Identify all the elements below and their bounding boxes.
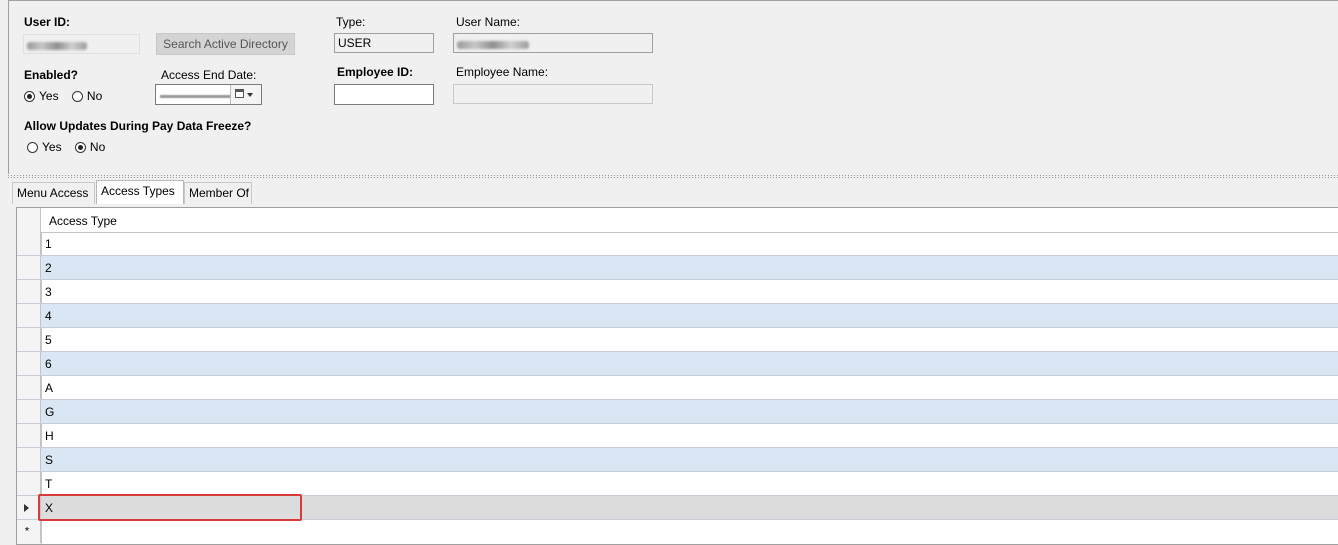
- access-end-date-label: Access End Date:: [161, 68, 257, 82]
- enabled-no-option[interactable]: No: [71, 89, 102, 103]
- row-header[interactable]: [17, 352, 41, 375]
- access-type-cell[interactable]: T: [45, 477, 52, 491]
- employee-name-field[interactable]: [453, 84, 653, 104]
- tab-menu-access[interactable]: Menu Access: [12, 182, 95, 204]
- user-name-label: User Name:: [456, 15, 521, 29]
- table-row[interactable]: 4: [17, 304, 1338, 328]
- access-type-cell[interactable]: 2: [45, 261, 52, 275]
- access-type-cell[interactable]: G: [45, 405, 54, 419]
- new-row-marker: *: [25, 526, 29, 537]
- table-row[interactable]: 2: [17, 256, 1338, 280]
- enabled-yes-radio[interactable]: [24, 91, 35, 102]
- enabled-no-radio[interactable]: [71, 91, 83, 102]
- row-header[interactable]: [17, 256, 41, 279]
- user-id-label: User ID:: [24, 15, 71, 29]
- table-row[interactable]: H: [17, 424, 1338, 448]
- access-type-cell[interactable]: H: [45, 429, 54, 443]
- search-active-directory-button[interactable]: Search Active Directory: [156, 33, 295, 55]
- enabled-radio-group: Yes No: [24, 89, 112, 103]
- annotation-highlight-box: [38, 494, 302, 521]
- row-header[interactable]: [17, 376, 41, 399]
- table-row[interactable]: S: [17, 448, 1338, 472]
- table-row[interactable]: T: [17, 472, 1338, 496]
- grid-header: Access Type: [17, 208, 1338, 233]
- access-end-date-picker[interactable]: [155, 84, 262, 105]
- table-row[interactable]: 3: [17, 280, 1338, 304]
- tab-access-types[interactable]: Access Types: [96, 180, 184, 204]
- current-row-pointer-icon: [24, 504, 29, 512]
- freeze-yes-option[interactable]: Yes: [27, 140, 62, 154]
- employee-id-field[interactable]: [334, 84, 434, 105]
- pay-freeze-label: Allow Updates During Pay Data Freeze?: [24, 119, 252, 133]
- row-header[interactable]: [17, 232, 41, 255]
- access-type-cell[interactable]: 5: [45, 333, 52, 347]
- access-type-cell[interactable]: 4: [45, 309, 52, 323]
- access-type-cell[interactable]: 1: [45, 237, 52, 251]
- employee-id-label: Employee ID:: [337, 65, 414, 79]
- user-name-field[interactable]: [453, 33, 653, 53]
- enabled-yes-option[interactable]: Yes: [24, 89, 59, 103]
- calendar-icon: [235, 89, 244, 98]
- table-row[interactable]: 5: [17, 328, 1338, 352]
- pay-freeze-radio-group: Yes No: [27, 140, 115, 154]
- new-row[interactable]: *: [17, 520, 1338, 544]
- calendar-dropdown-button[interactable]: [230, 85, 261, 104]
- row-header[interactable]: [17, 448, 41, 471]
- redacted-user-name: [457, 40, 529, 49]
- row-header[interactable]: [17, 328, 41, 351]
- employee-name-label: Employee Name:: [456, 65, 549, 79]
- row-header[interactable]: [17, 472, 41, 495]
- enabled-label: Enabled?: [24, 68, 79, 82]
- access-type-cell[interactable]: S: [45, 453, 53, 467]
- column-header-access-type[interactable]: Access Type: [49, 214, 117, 228]
- access-type-cell[interactable]: A: [45, 381, 53, 395]
- type-field[interactable]: USER: [334, 33, 434, 53]
- type-label: Type:: [336, 15, 366, 29]
- row-header[interactable]: [17, 424, 41, 447]
- row-header[interactable]: [17, 400, 41, 423]
- user-id-field[interactable]: [23, 34, 140, 54]
- panel-splitter[interactable]: [8, 174, 1338, 178]
- dropdown-arrow-icon: [247, 93, 253, 97]
- row-header[interactable]: *: [17, 520, 41, 543]
- row-header[interactable]: [17, 304, 41, 327]
- tab-member-of[interactable]: Member Of: [184, 182, 252, 204]
- freeze-no-option[interactable]: No: [74, 140, 105, 154]
- access-type-cell[interactable]: 3: [45, 285, 52, 299]
- access-type-cell[interactable]: 6: [45, 357, 52, 371]
- corner-header-cell[interactable]: [17, 208, 41, 232]
- freeze-no-radio[interactable]: [74, 142, 86, 153]
- row-header[interactable]: [17, 280, 41, 303]
- redacted-date: [160, 95, 232, 98]
- table-row[interactable]: 1: [17, 232, 1338, 256]
- table-row[interactable]: 6: [17, 352, 1338, 376]
- freeze-yes-radio[interactable]: [27, 142, 38, 153]
- table-row[interactable]: A: [17, 376, 1338, 400]
- table-row[interactable]: G: [17, 400, 1338, 424]
- redacted-user-id: [27, 41, 87, 50]
